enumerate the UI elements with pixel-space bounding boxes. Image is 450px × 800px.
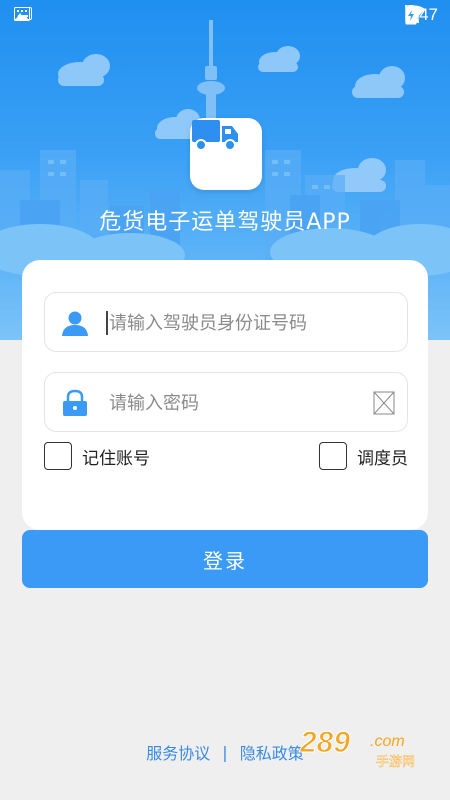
remember-account-label: 记住账号 — [82, 448, 150, 469]
service-agreement-link[interactable]: 服务协议 — [146, 740, 210, 764]
password-field[interactable] — [44, 372, 408, 432]
dispatcher-checkbox[interactable]: 调度员 — [319, 442, 408, 470]
remember-account-box[interactable] — [44, 442, 72, 470]
battery-charging-icon — [405, 5, 417, 25]
login-button[interactable]: 登录 — [22, 530, 428, 588]
svg-text:289: 289 — [299, 726, 350, 759]
app-logo — [190, 118, 262, 190]
status-bar: 4:47 — [0, 0, 450, 32]
password-visibility-toggle-icon[interactable] — [373, 391, 395, 415]
user-icon — [62, 311, 88, 336]
footer-separator: | — [222, 742, 228, 762]
password-input[interactable] — [109, 385, 369, 421]
dispatcher-box[interactable] — [319, 442, 347, 470]
remember-account-checkbox[interactable]: 记住账号 — [44, 442, 150, 470]
id-number-input[interactable] — [109, 305, 369, 341]
svg-text:手游网: 手游网 — [376, 755, 415, 770]
app-title: 危货电子运单驾驶员APP — [99, 210, 351, 235]
truck-icon — [192, 120, 238, 151]
svg-text:.com: .com — [370, 733, 405, 750]
image-icon — [14, 7, 30, 21]
dispatcher-label: 调度员 — [357, 448, 408, 469]
login-card: 记住账号 调度员 — [22, 260, 428, 530]
id-number-field[interactable] — [44, 292, 408, 352]
text-cursor — [106, 311, 108, 335]
watermark-logo: 289 .com 手游网 — [299, 726, 416, 771]
lock-icon — [63, 389, 87, 416]
